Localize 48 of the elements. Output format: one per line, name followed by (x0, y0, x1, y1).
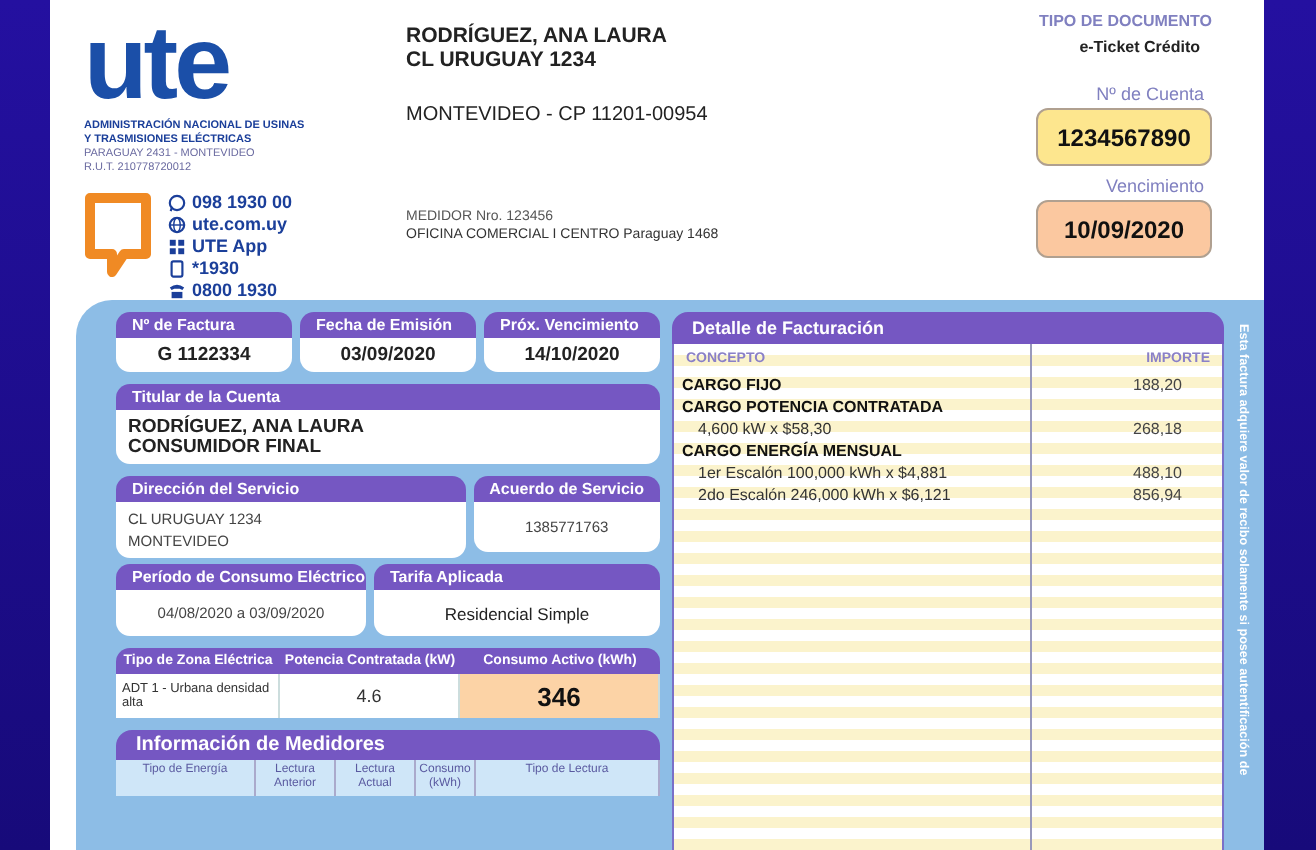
concept-cell-text: CARGO ENERGÍA MENSUAL (680, 440, 904, 462)
globe-icon (168, 215, 186, 233)
due-date: 10/09/2020 (1036, 200, 1212, 258)
field-header: Fecha de Emisión (300, 312, 476, 338)
contact-text: 098 1930 00 (192, 192, 293, 212)
field-header: Período de Consumo Eléctrico (116, 564, 366, 590)
contact-text: ute.com.uy (192, 214, 288, 234)
amount-cell: 188,20 (1133, 376, 1182, 394)
recipient-name: RODRÍGUEZ, ANA LAURA (406, 24, 669, 48)
field-value: Residencial Simple (374, 590, 660, 636)
logo: ute (84, 20, 229, 108)
field-value: G 1122334 (116, 338, 292, 372)
concept-cell-text: 2do Escalón 246,000 kWh x $6,121 (696, 484, 953, 506)
document-type-label: TIPO DE DOCUMENTO (1038, 12, 1212, 30)
due-date-label: Vencimiento (1105, 176, 1204, 196)
field-header: Nº de Factura (116, 312, 292, 338)
account-number: 1234567890 (1036, 108, 1212, 166)
contact-text: UTE App (192, 236, 268, 256)
field-value: 03/09/2020 (300, 338, 476, 372)
concept-cell-text: CARGO POTENCIA CONTRATADA (680, 396, 946, 418)
table-cell: 4.6 (280, 674, 460, 718)
account-label: Nº de Cuenta (1096, 84, 1204, 104)
field-header: Titular de la Cuenta (116, 384, 660, 410)
table-cell: 346 (460, 674, 660, 718)
chat-bubble-icon (84, 192, 152, 280)
section-header: Detalle de Facturación (672, 312, 1224, 344)
section-header: Información de Medidores (116, 730, 660, 760)
field-header: Tarifa Aplicada (374, 564, 660, 590)
mobile-phone-icon (168, 259, 186, 277)
field-header: Acuerdo de Servicio (473, 476, 660, 502)
concept-cell-text: CARGO FIJO (680, 374, 784, 396)
grid-icon (168, 237, 186, 255)
field-header: Próx. Vencimiento (484, 312, 660, 338)
recipient-street: CL URUGUAY 1234 (406, 48, 598, 72)
amount-cell: 856,94 (1133, 486, 1182, 504)
contact-text: *1930 (192, 258, 240, 278)
contact-text: 0800 1930 (192, 280, 278, 300)
concept-cell-text: 1er Escalón 100,000 kWh x $4,881 (696, 462, 950, 484)
field-header: Dirección del Servicio (116, 476, 466, 502)
concept-cell-text: 4,600 kW x $58,30 (696, 418, 834, 440)
chat-icon (168, 193, 186, 211)
account-holder: RODRÍGUEZ, ANA LAURA CONSUMIDOR FINAL (116, 410, 660, 464)
field-value: 14/10/2020 (484, 338, 660, 372)
amount-cell: 268,18 (1133, 420, 1182, 438)
document-type: e-Ticket Crédito (1079, 38, 1200, 56)
amount-cell: 488,10 (1133, 464, 1182, 482)
recipient-city: MONTEVIDEO - CP 11201-00954 (406, 104, 710, 126)
telephone-icon (168, 281, 186, 299)
